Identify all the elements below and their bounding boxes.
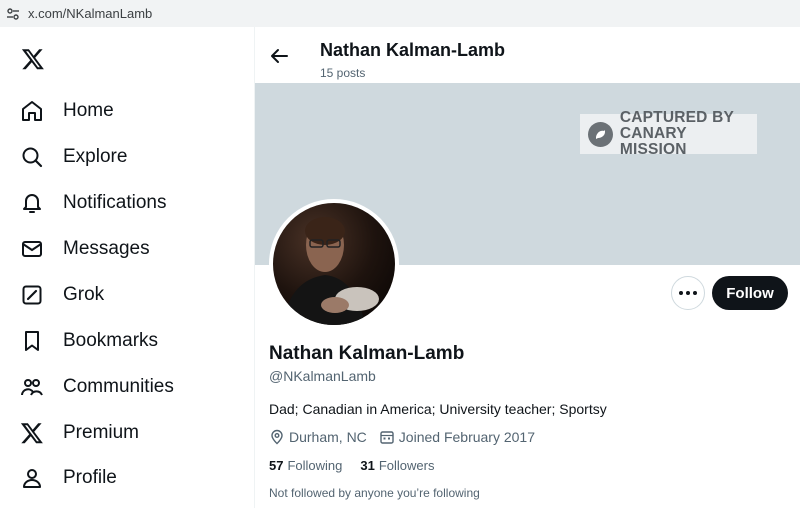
sidebar-item-label: Explore [63,146,128,167]
sidebar-item-label: Communities [63,376,174,397]
sidebar-item-label: Profile [63,467,117,488]
canary-logo-icon [588,121,613,147]
back-arrow-icon[interactable] [269,46,289,66]
bell-icon [23,194,41,213]
grok-icon [22,285,42,305]
person-icon [23,469,41,488]
sidebar-item-notifications[interactable]: Notifications [0,180,240,226]
home-icon [22,101,42,121]
sidebar-item-grok[interactable]: Grok [0,272,240,318]
sidebar-item-bookmarks[interactable]: Bookmarks [0,318,240,364]
more-options-button[interactable] [671,276,705,310]
profile-joined: Joined February 2017 [398,429,535,445]
followed-by-note: Not followed by anyone you’re following [269,486,480,500]
avatar[interactable] [269,199,399,329]
x-logo-icon[interactable] [21,47,45,71]
post-count: 15 posts [320,66,366,80]
profile-main: Nathan Kalman-Lamb 15 posts CAPTURED BY … [255,27,800,508]
sidebar-item-label: Bookmarks [63,330,159,351]
url-text[interactable]: x.com/NKalmanLamb [28,6,152,21]
profile-bio: Dad; Canadian in America; University tea… [269,401,607,417]
sidebar-item-label: Grok [63,284,105,305]
sidebar-item-profile[interactable]: Profile [0,455,240,501]
browser-url-bar[interactable]: x.com/NKalmanLamb [0,0,800,27]
site-settings-icon[interactable] [6,7,20,21]
profile-location: Durham, NC [289,429,367,445]
sidebar-item-label: Notifications [63,192,167,213]
people-icon [21,379,43,396]
profile-header-bar: Nathan Kalman-Lamb 15 posts [255,27,800,83]
watermark-stamp: CAPTURED BY CANARY MISSION [580,110,757,158]
sidebar-item-communities[interactable]: Communities [0,364,240,410]
following-link[interactable]: 57 Following [269,458,342,473]
sidebar-item-home[interactable]: Home [0,88,240,134]
profile-handle: @NKalmanLamb [269,368,376,384]
sidebar-item-label: Premium [63,422,140,443]
search-icon [22,147,43,168]
profile-photo [273,203,395,325]
sidebar-item-premium[interactable]: Premium [0,410,240,456]
calendar-icon [380,431,394,444]
followers-link[interactable]: 31 Followers [360,458,434,473]
watermark-text: CAPTURED BY CANARY MISSION [619,109,734,158]
sidebar-item-explore[interactable]: Explore [0,134,240,180]
sidebar-item-label: Home [63,100,114,121]
sidebar: Home Explore Notifications Messages Grok [0,27,255,508]
location-pin-icon [271,429,283,445]
profile-name: Nathan Kalman-Lamb [269,343,465,364]
bookmark-icon [25,331,39,351]
follow-counts: 57 Following 31 Followers [269,458,434,473]
sidebar-item-label: Messages [63,238,150,259]
sidebar-item-messages[interactable]: Messages [0,226,240,272]
x-logo-icon [20,423,43,444]
page-title: Nathan Kalman-Lamb [320,40,506,60]
follow-button[interactable]: Follow [712,276,788,310]
profile-meta: Durham, NC Joined February 2017 [269,429,535,445]
mail-icon [22,241,42,257]
